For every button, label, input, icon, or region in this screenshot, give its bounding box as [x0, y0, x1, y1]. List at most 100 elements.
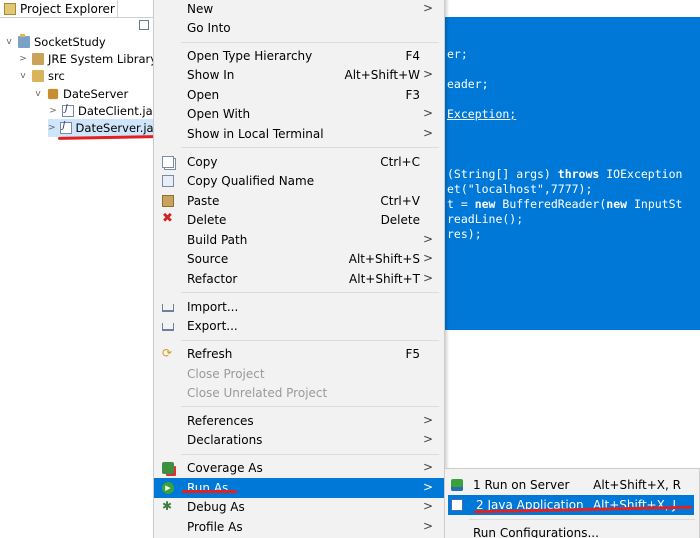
tree-item-jre-library[interactable]: > JRE System Library [J [18, 50, 168, 68]
collapse-all-icon[interactable] [139, 20, 149, 30]
context-menu: New > Go Into Open Type Hierarchy F4 Sho… [153, 0, 445, 538]
menu-item-import[interactable]: Import... [154, 297, 444, 317]
tab-divider [0, 17, 160, 18]
menu-item-label: Build Path [187, 233, 248, 247]
code-line: Exception; [447, 107, 517, 121]
menu-item-open-with[interactable]: Open With > [154, 104, 444, 124]
menu-item-declarations[interactable]: Declarations > [154, 430, 444, 450]
menu-item-label: Open With [187, 107, 251, 121]
tree-expand-icon[interactable]: v [4, 37, 14, 47]
submenu-item-run-configurations[interactable]: Run Configurations... [445, 523, 699, 538]
tree-expand-icon[interactable]: v [33, 89, 43, 99]
submenu-arrow-icon: > [422, 67, 433, 81]
menu-item-label: Copy [187, 155, 218, 169]
project-explorer-tab[interactable]: Project Explorer [0, 0, 118, 17]
submenu-item-label: 1 Run on Server [473, 478, 570, 492]
submenu-arrow-icon: > [422, 106, 433, 120]
menu-separator [181, 340, 439, 341]
menu-item-label: Profile As [187, 520, 243, 534]
eclipse-window: Project Explorer v SocketStudy > JRE Sys… [0, 0, 700, 538]
menu-item-debug-as[interactable]: ✱ Debug As > [154, 497, 444, 517]
menu-item-open-type-hierarchy[interactable]: Open Type Hierarchy F4 [154, 46, 444, 66]
menu-item-label: Paste [187, 194, 220, 208]
server-icon [451, 479, 463, 491]
submenu-arrow-icon: > [422, 432, 433, 446]
menu-item-references[interactable]: References > [154, 411, 444, 431]
export-icon [162, 323, 174, 331]
submenu-arrow-icon: > [422, 1, 433, 15]
library-icon [32, 53, 44, 65]
menu-item-copy-qualified-name[interactable]: Copy Qualified Name [154, 171, 444, 191]
tree-expand-icon[interactable]: > [18, 54, 28, 64]
menu-item-label: Open [187, 88, 220, 102]
menu-item-label: Close Unrelated Project [187, 386, 328, 400]
menu-item-paste[interactable]: Paste Ctrl+V [154, 191, 444, 211]
annotation-underline [57, 135, 156, 140]
tree-expand-icon[interactable]: > [48, 123, 56, 133]
tree-item-dateserver-package[interactable]: v DateServer [33, 85, 128, 103]
submenu-arrow-icon: > [422, 271, 433, 285]
run-icon: ▶ [162, 482, 174, 494]
menu-item-label: Show In [187, 68, 235, 82]
menu-separator [181, 147, 439, 148]
tree-expand-icon[interactable]: > [48, 106, 58, 116]
code-line: er; [447, 47, 468, 61]
submenu-shortcut: Alt+Shift+X, R [593, 478, 681, 492]
debug-icon: ✱ [162, 499, 173, 513]
menu-item-source[interactable]: Source Alt+Shift+S > [154, 249, 444, 269]
tree-expand-icon[interactable]: v [18, 71, 28, 81]
paste-icon [162, 195, 174, 207]
java-file-icon [62, 103, 74, 117]
delete-icon: ✖ [162, 211, 173, 226]
menu-shortcut: F5 [405, 347, 420, 361]
menu-item-show-in-local-terminal[interactable]: Show in Local Terminal > [154, 124, 444, 144]
menu-item-go-into[interactable]: Go Into [154, 18, 444, 38]
menu-item-label: Copy Qualified Name [187, 174, 315, 188]
menu-item-label: Refactor [187, 272, 238, 286]
menu-item-new[interactable]: New > [154, 0, 444, 19]
menu-separator [469, 519, 695, 520]
source-folder-icon [32, 70, 44, 82]
menu-item-label: Export... [187, 319, 238, 333]
menu-item-profile-as[interactable]: Profile As > [154, 517, 444, 537]
project-explorer-icon [4, 2, 16, 15]
project-explorer-panel: Project Explorer v SocketStudy > JRE Sys… [0, 0, 169, 538]
tree-item-dateclient-java[interactable]: > DateClient.java [48, 102, 166, 120]
code-line: eader; [447, 77, 489, 91]
code-segment: BufferedReader( [495, 197, 607, 211]
menu-item-label: Go Into [187, 21, 231, 35]
tree-item-dateserver-java[interactable]: > DateServer.java [48, 119, 167, 137]
tree-item-socketstudy[interactable]: v SocketStudy [4, 33, 106, 51]
tree-item-label: SocketStudy [34, 35, 106, 49]
menu-item-delete[interactable]: ✖ Delete Delete [154, 210, 444, 230]
menu-item-open[interactable]: Open F3 [154, 85, 444, 105]
project-icon [18, 34, 30, 48]
java-file-icon [59, 120, 72, 134]
menu-item-label: Debug As [187, 500, 245, 514]
menu-item-label: New [187, 2, 214, 16]
menu-item-export[interactable]: Export... [154, 316, 444, 336]
submenu-arrow-icon: > [422, 251, 433, 265]
menu-item-run-as[interactable]: ▶ Run As > [154, 478, 444, 498]
code-line: readLine(); [447, 212, 524, 226]
menu-item-label: References [187, 414, 254, 428]
code-segment: t = [447, 197, 475, 211]
menu-shortcut: F3 [405, 88, 420, 102]
code-keyword: new [606, 197, 628, 211]
menu-item-coverage-as[interactable]: Coverage As > [154, 458, 444, 478]
menu-item-copy[interactable]: Copy Ctrl+C [154, 152, 444, 172]
submenu-item-run-on-server[interactable]: 1 Run on Server Alt+Shift+X, R [445, 475, 699, 495]
menu-item-show-in[interactable]: Show In Alt+Shift+W > [154, 65, 444, 85]
submenu-arrow-icon: > [422, 499, 433, 513]
menu-item-refresh[interactable]: ⟳ Refresh F5 [154, 344, 444, 364]
refresh-icon: ⟳ [162, 346, 173, 360]
java-application-icon [451, 499, 463, 511]
code-segment: InputSt [627, 197, 683, 211]
code-line: res); [447, 227, 482, 241]
menu-item-build-path[interactable]: Build Path > [154, 230, 444, 250]
tree-item-src[interactable]: v src [18, 67, 65, 85]
code-line: (String[] args) throws IOException [447, 167, 682, 181]
tree-item-label: src [48, 69, 65, 83]
copy-icon [162, 156, 174, 168]
menu-item-refactor[interactable]: Refactor Alt+Shift+T > [154, 269, 444, 289]
